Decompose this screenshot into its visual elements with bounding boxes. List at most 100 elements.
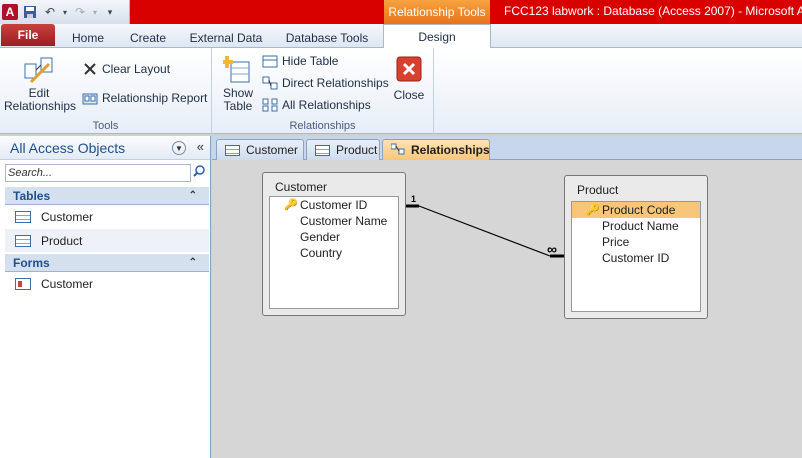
relationships-tab-icon bbox=[390, 143, 405, 158]
table-icon bbox=[225, 144, 240, 156]
clear-layout-label: Clear Layout bbox=[102, 62, 171, 76]
field-row[interactable]: Customer Name bbox=[270, 213, 398, 229]
table-icon bbox=[315, 144, 330, 156]
collapse-section-icon[interactable]: ⌃ bbox=[189, 257, 197, 268]
nav-item-label: Customer bbox=[41, 276, 94, 291]
access-logo-icon[interactable]: A bbox=[2, 4, 18, 20]
edit-relationships-button[interactable]: Edit Relationships bbox=[4, 54, 77, 113]
tab-create[interactable]: Create bbox=[124, 27, 172, 48]
nav-pane-title: All Access Objects bbox=[10, 139, 126, 156]
undo-dropdown-icon[interactable]: ▾ bbox=[62, 4, 68, 20]
tab-external-data[interactable]: External Data bbox=[186, 27, 266, 48]
table-title: Customer bbox=[275, 180, 328, 194]
document-tab-bar: Customer Product Relationships bbox=[212, 136, 802, 160]
field-row[interactable]: Price bbox=[572, 234, 700, 250]
context-tab-title: Relationship Tools bbox=[384, 0, 490, 24]
undo-icon[interactable]: ↶ bbox=[42, 4, 58, 20]
field-name: Customer ID bbox=[300, 198, 368, 212]
redo-dropdown-icon[interactable]: ▾ bbox=[92, 4, 98, 20]
field-row[interactable]: Customer ID bbox=[572, 250, 700, 266]
field-name: Country bbox=[300, 246, 343, 260]
product-table-window[interactable]: Product 🔑 Product Code Product Name Pric… bbox=[564, 175, 708, 319]
show-table-icon bbox=[221, 54, 253, 87]
hide-table-icon bbox=[262, 53, 278, 69]
field-row[interactable]: Gender bbox=[270, 229, 398, 245]
quick-access-toolbar: A ↶ ▾ ↷ ▾ ▾ bbox=[0, 0, 130, 24]
tab-file[interactable]: File bbox=[1, 24, 55, 46]
nav-section-forms[interactable]: Forms ⌃ bbox=[5, 254, 209, 272]
clear-layout-icon bbox=[82, 61, 98, 77]
tools-group-label: Tools bbox=[92, 120, 119, 132]
doc-tab-customer[interactable]: Customer bbox=[216, 139, 304, 160]
field-row[interactable]: Product Name bbox=[572, 218, 700, 234]
field-name: Product Code bbox=[602, 203, 676, 217]
many-label: ∞ bbox=[547, 241, 557, 257]
all-relationships-label: All Relationships bbox=[282, 98, 371, 112]
field-name: Product Name bbox=[602, 219, 679, 233]
direct-relationships-icon bbox=[262, 75, 278, 91]
table-icon bbox=[15, 210, 31, 223]
nav-item-label: Customer bbox=[41, 209, 94, 224]
field-list[interactable]: 🔑 Customer ID Customer Name Gender Count… bbox=[269, 196, 399, 309]
doc-tab-product[interactable]: Product bbox=[306, 139, 380, 160]
field-row[interactable]: 🔑 Customer ID bbox=[270, 197, 398, 213]
edit-relationships-label: Edit Relationships bbox=[4, 86, 77, 113]
tab-home[interactable]: Home bbox=[64, 27, 112, 48]
customer-table-window[interactable]: Customer 🔑 Customer ID Customer Name Gen… bbox=[262, 172, 406, 316]
close-label: Close bbox=[393, 88, 425, 102]
nav-item-customer-table[interactable]: Customer bbox=[5, 205, 209, 228]
field-row-selected[interactable]: 🔑 Product Code bbox=[572, 202, 700, 218]
field-name: Customer Name bbox=[300, 214, 388, 228]
nav-menu-dropdown-icon[interactable]: ▼ bbox=[172, 141, 186, 155]
doc-tab-relationships[interactable]: Relationships bbox=[382, 139, 490, 160]
relationships-canvas[interactable]: 1 ∞ Customer 🔑 Customer ID Customer Name… bbox=[212, 160, 802, 458]
redo-icon[interactable]: ↷ bbox=[72, 4, 88, 20]
form-icon bbox=[15, 277, 31, 290]
doc-tab-label: Product bbox=[336, 143, 378, 157]
relationship-report-label: Relationship Report bbox=[102, 91, 208, 105]
show-table-label: Show Table bbox=[222, 86, 254, 113]
one-label: 1 bbox=[411, 194, 416, 204]
close-button[interactable]: Close bbox=[390, 56, 428, 102]
hide-table-button[interactable]: Hide Table bbox=[262, 53, 338, 69]
relationships-group-label: Relationships bbox=[289, 120, 356, 132]
relationships-group: Show Table Hide Table Direct Relationshi… bbox=[212, 48, 434, 134]
relationship-report-button[interactable]: Relationship Report bbox=[82, 90, 207, 106]
hide-table-label: Hide Table bbox=[282, 54, 339, 68]
edit-relationships-icon bbox=[23, 54, 55, 87]
tab-design[interactable]: Design bbox=[383, 24, 491, 48]
ribbon: Edit Relationships Clear Layout Relation… bbox=[0, 48, 802, 134]
direct-relationships-label: Direct Relationships bbox=[282, 76, 389, 90]
relationship-report-icon bbox=[82, 90, 98, 106]
table-title: Product bbox=[577, 183, 619, 197]
field-name: Price bbox=[602, 235, 630, 249]
collapse-section-icon[interactable]: ⌃ bbox=[189, 190, 197, 201]
nav-section-tables[interactable]: Tables ⌃ bbox=[5, 187, 209, 205]
field-row[interactable]: Country bbox=[270, 245, 398, 261]
show-table-button[interactable]: Show Table bbox=[218, 54, 258, 113]
nav-item-label: Product bbox=[41, 233, 83, 248]
tab-database-tools[interactable]: Database Tools bbox=[280, 27, 374, 48]
shutter-bar-collapse-icon[interactable]: « bbox=[197, 139, 204, 154]
table-icon bbox=[15, 234, 31, 247]
nav-pane-header[interactable]: All Access Objects ▼ « bbox=[0, 136, 210, 160]
doc-tab-label: Customer bbox=[246, 143, 299, 157]
save-icon[interactable] bbox=[22, 4, 38, 20]
nav-item-product-table[interactable]: Product bbox=[5, 229, 209, 252]
close-icon bbox=[396, 56, 422, 85]
nav-section-label: Tables bbox=[13, 188, 51, 203]
clear-layout-button[interactable]: Clear Layout bbox=[82, 61, 170, 77]
relationship-line[interactable] bbox=[418, 205, 551, 257]
search-icon[interactable] bbox=[193, 165, 205, 180]
all-relationships-button[interactable]: All Relationships bbox=[262, 97, 371, 113]
direct-relationships-button[interactable]: Direct Relationships bbox=[262, 75, 389, 91]
window-title: FCC123 labwork : Database (Access 2007) … bbox=[504, 4, 802, 18]
customize-qat-icon[interactable]: ▾ bbox=[102, 4, 118, 20]
nav-item-customer-form[interactable]: Customer bbox=[5, 272, 209, 295]
tools-group: Edit Relationships Clear Layout Relation… bbox=[0, 48, 212, 134]
all-relationships-icon bbox=[262, 97, 278, 113]
field-name: Customer ID bbox=[602, 251, 670, 265]
nav-search-input[interactable]: Search... bbox=[5, 164, 191, 182]
primary-key-icon: 🔑 bbox=[284, 199, 298, 211]
field-list[interactable]: 🔑 Product Code Product Name Price Custom… bbox=[571, 201, 701, 312]
